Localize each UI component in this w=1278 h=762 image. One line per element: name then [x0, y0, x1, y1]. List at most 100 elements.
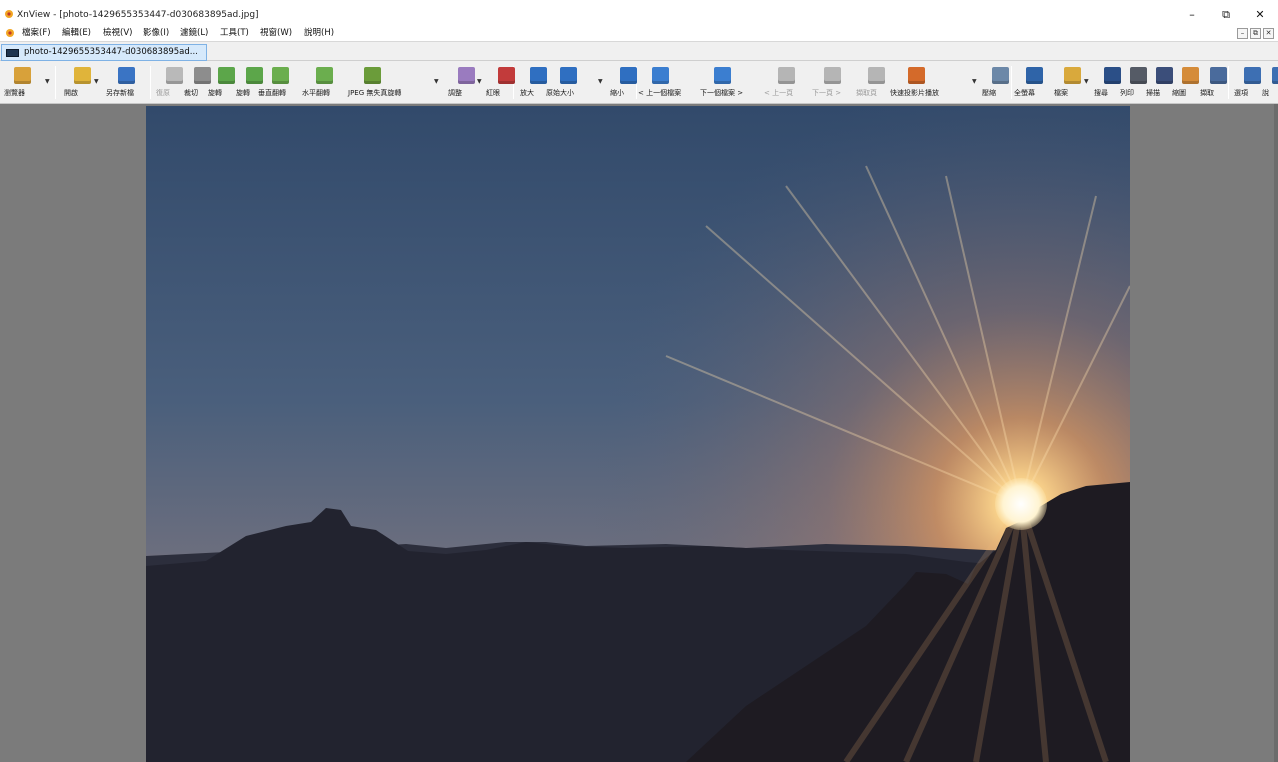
toolbar-separator	[150, 66, 151, 99]
menu-help[interactable]: 說明(H)	[304, 26, 334, 38]
menu-window[interactable]: 視窗(W)	[260, 26, 292, 38]
print-icon	[1130, 67, 1147, 84]
browser-dropdown-arrow[interactable]: ▼	[45, 78, 50, 85]
toolbar-button-label: 搜尋	[1094, 89, 1108, 97]
sunset-mountain-photo	[146, 106, 1130, 762]
toolbar-button-label: 選項	[1234, 89, 1248, 97]
toolbar-button-label: JPEG 無失真旋轉	[348, 89, 402, 97]
toolbar-button-label: 縮圖	[1172, 89, 1186, 97]
toolbar-button-label: 全螢幕	[1014, 89, 1035, 97]
restore-icon: ⧉	[1222, 8, 1230, 21]
xnview-window: XnView - [photo-1429655353447-d030683895…	[0, 0, 1278, 762]
toolbar-button-label: 裁切	[184, 89, 198, 97]
toolbar-button-label: 掃描	[1146, 89, 1160, 97]
toolbar-button-label: 開啟	[64, 89, 78, 97]
maximize-button[interactable]: ⧉	[1212, 6, 1240, 24]
toolbar-button-label: 下一頁 >	[812, 89, 842, 97]
next-file-icon	[714, 67, 731, 84]
toolbar-button-label: 擷取	[1200, 89, 1214, 97]
menu-view[interactable]: 檢視(V)	[103, 26, 132, 38]
menu-tools[interactable]: 工具(T)	[220, 26, 249, 38]
window-title: XnView - [photo-1429655353447-d030683895…	[17, 10, 259, 20]
toolbar-button-label: 調整	[448, 89, 462, 97]
toolbar-button-label: 壓縮	[982, 89, 996, 97]
displayed-photo	[146, 106, 1130, 762]
toolbar-button-label: < 上一頁	[764, 89, 794, 97]
menu-bar: 檔案(F) 編輯(E) 檢視(V) 影像(I) 濾鏡(L) 工具(T) 視窗(W…	[0, 24, 1278, 41]
toolbar-button-label: < 上一個檔案	[638, 89, 682, 97]
title-bar: XnView - [photo-1429655353447-d030683895…	[0, 0, 1278, 24]
thumbnails-icon	[1182, 67, 1199, 84]
toolbar-button-label: 列印	[1120, 89, 1134, 97]
capture-icon	[1210, 67, 1227, 84]
app-logo-icon	[5, 10, 13, 18]
toolbar-separator	[55, 66, 56, 99]
minimize-button[interactable]: –	[1178, 6, 1206, 24]
image-viewer[interactable]	[0, 104, 1278, 762]
menu-file[interactable]: 檔案(F)	[22, 26, 51, 38]
scan-icon	[1156, 67, 1173, 84]
toolbar-button-label: 放大	[520, 89, 534, 97]
flip-horizontal-icon	[316, 67, 333, 84]
flip-vertical-icon	[272, 67, 289, 84]
app-menu-icon[interactable]	[5, 28, 15, 38]
open-dropdown-arrow[interactable]: ▼	[94, 78, 99, 85]
file-dropdown-arrow[interactable]: ▼	[1084, 78, 1089, 85]
toolbar-button-label: 旋轉	[208, 89, 222, 97]
rotate-left-icon	[218, 67, 235, 84]
minimize-icon: –	[1189, 8, 1195, 21]
options-gear-icon	[1244, 67, 1261, 84]
toolbar-separator	[1011, 66, 1012, 99]
jpeg-lossless-icon	[364, 67, 381, 84]
slideshow-dropdown-arrow[interactable]: ▼	[972, 78, 977, 85]
fullscreen-icon	[1026, 67, 1043, 84]
adjust-icon	[458, 67, 475, 84]
document-tab-label: photo-1429655353447-d030683895ad...	[24, 47, 198, 57]
save-as-icon	[118, 67, 135, 84]
rotate-right-icon	[246, 67, 263, 84]
menu-image[interactable]: 影像(I)	[143, 26, 169, 38]
help-icon	[1272, 67, 1278, 84]
actual-size-icon	[560, 67, 577, 84]
slideshow-icon	[908, 67, 925, 84]
menu-filter[interactable]: 濾鏡(L)	[180, 26, 208, 38]
toolbar-button-label: 垂直翻轉	[258, 89, 286, 97]
toolbar-button-label: 原始大小	[546, 89, 574, 97]
toolbar-button-label: 水平翻轉	[302, 89, 330, 97]
close-button[interactable]: ✕	[1246, 6, 1274, 24]
search-icon	[1104, 67, 1121, 84]
main-toolbar: ▼ ▼ ▼ ▼ ▼ ▼ ▼ 瀏覽器 開啟 另存新檔 復原 裁切 旋轉 旋轉 垂直翻轉 水平翻轉 J…	[0, 61, 1278, 104]
jpeg-dropdown-arrow[interactable]: ▼	[434, 78, 439, 85]
toolbar-button-label: 擷取頁	[856, 89, 877, 97]
viewer-edge	[1274, 104, 1278, 762]
image-thumbnail-icon	[6, 49, 19, 57]
adjust-dropdown-arrow[interactable]: ▼	[477, 78, 482, 85]
child-close-button[interactable]: ✕	[1263, 28, 1274, 39]
previous-file-icon	[652, 67, 669, 84]
open-folder-icon	[74, 67, 91, 84]
child-minimize-button[interactable]: –	[1237, 28, 1248, 39]
toolbar-button-label: 另存新檔	[106, 89, 134, 97]
compress-icon	[992, 67, 1009, 84]
next-page-icon	[824, 67, 841, 84]
toolbar-button-label: 下一個檔案 >	[700, 89, 744, 97]
red-eye-icon	[498, 67, 515, 84]
toolbar-button-label: 快速投影片播放	[890, 89, 939, 97]
extract-page-icon	[868, 67, 885, 84]
toolbar-button-label: 旋轉	[236, 89, 250, 97]
toolbar-button-label: 紅眼	[486, 89, 500, 97]
toolbar-button-label: 縮小	[610, 89, 624, 97]
document-tab[interactable]: photo-1429655353447-d030683895ad...	[1, 44, 207, 61]
toolbar-button-label: 說	[1262, 89, 1269, 97]
undo-icon	[166, 67, 183, 84]
close-icon: ✕	[1255, 8, 1265, 21]
toolbar-button-label: 檔案	[1054, 89, 1068, 97]
file-icon	[1064, 67, 1081, 84]
child-restore-button[interactable]: ⧉	[1250, 28, 1261, 39]
toolbar-button-label: 瀏覽器	[4, 89, 25, 97]
zoom-dropdown-arrow[interactable]: ▼	[598, 78, 603, 85]
browser-icon	[14, 67, 31, 84]
menu-edit[interactable]: 編輯(E)	[62, 26, 91, 38]
zoom-in-icon	[530, 67, 547, 84]
previous-page-icon	[778, 67, 795, 84]
